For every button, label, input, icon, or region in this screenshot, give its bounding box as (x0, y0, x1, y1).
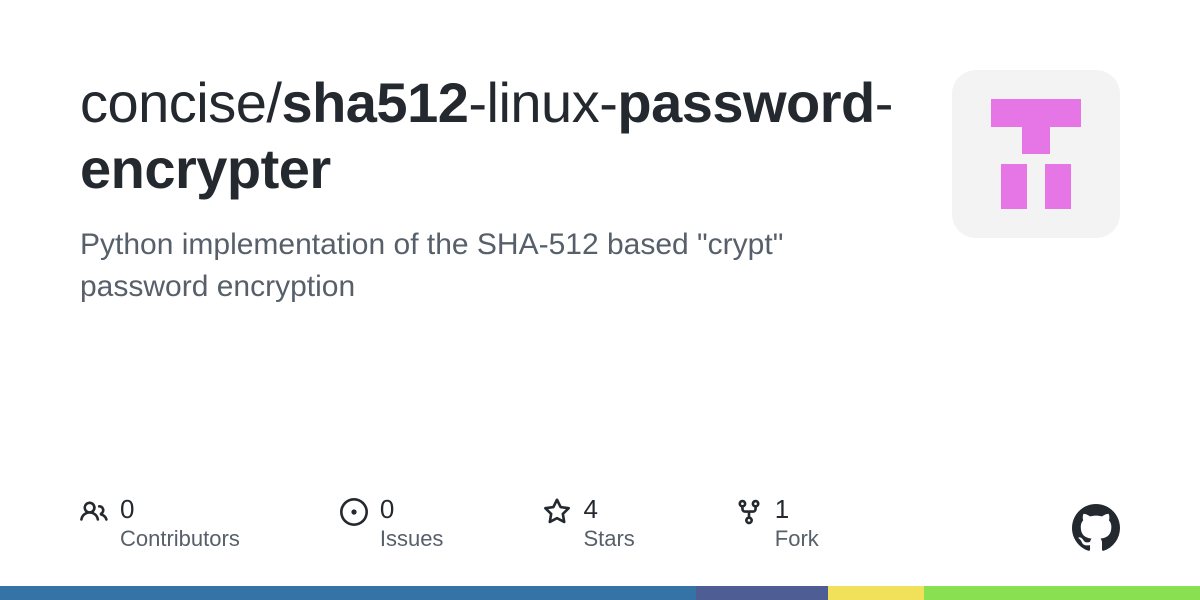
repo-name-sep-1: - (599, 71, 617, 134)
stat-text: 1 Fork (775, 495, 819, 552)
repo-avatar[interactable] (952, 70, 1120, 238)
stat-contributors[interactable]: 0 Contributors (80, 495, 240, 552)
stat-text: 4 Stars (583, 495, 634, 552)
repo-info: concise/sha512-linux-password-encrypter … (80, 70, 900, 308)
stat-text: 0 Issues (380, 495, 444, 552)
stars-count: 4 (583, 495, 634, 524)
issues-label: Issues (380, 526, 444, 552)
repo-name-sep-2: - (875, 71, 893, 134)
stats-row: 0 Contributors 0 Issues 4 Stars 1 Fork (80, 495, 1120, 552)
repo-name-part-1[interactable]: linux (487, 71, 600, 134)
repo-card: concise/sha512-linux-password-encrypter … (0, 0, 1200, 308)
forks-label: Fork (775, 526, 819, 552)
lang-segment (696, 586, 828, 600)
stars-label: Stars (583, 526, 634, 552)
repo-name-part-3[interactable]: encrypter (80, 137, 331, 200)
contributors-count: 0 (120, 495, 240, 524)
stat-text: 0 Contributors (120, 495, 240, 552)
avatar-icon (971, 89, 1101, 219)
contributors-icon (80, 498, 108, 526)
issues-icon (340, 498, 368, 526)
repo-title: concise/sha512-linux-password-encrypter (80, 70, 900, 202)
stat-issues[interactable]: 0 Issues (340, 495, 444, 552)
repo-name-part-0[interactable]: sha512 (281, 71, 468, 134)
forks-count: 1 (775, 495, 819, 524)
title-slash: / (266, 71, 281, 134)
stat-stars[interactable]: 4 Stars (543, 495, 634, 552)
repo-name-sep-0: - (468, 71, 486, 134)
github-logo-icon[interactable] (1072, 504, 1120, 552)
issues-count: 0 (380, 495, 444, 524)
lang-segment (0, 586, 696, 600)
contributors-label: Contributors (120, 526, 240, 552)
repo-owner[interactable]: concise (80, 71, 266, 134)
language-bar (0, 586, 1200, 600)
repo-name-part-2[interactable]: password (617, 71, 874, 134)
lang-segment (828, 586, 924, 600)
lang-segment (924, 586, 1200, 600)
star-icon (543, 498, 571, 526)
stat-forks[interactable]: 1 Fork (735, 495, 819, 552)
fork-icon (735, 498, 763, 526)
repo-description: Python implementation of the SHA-512 bas… (80, 224, 820, 308)
